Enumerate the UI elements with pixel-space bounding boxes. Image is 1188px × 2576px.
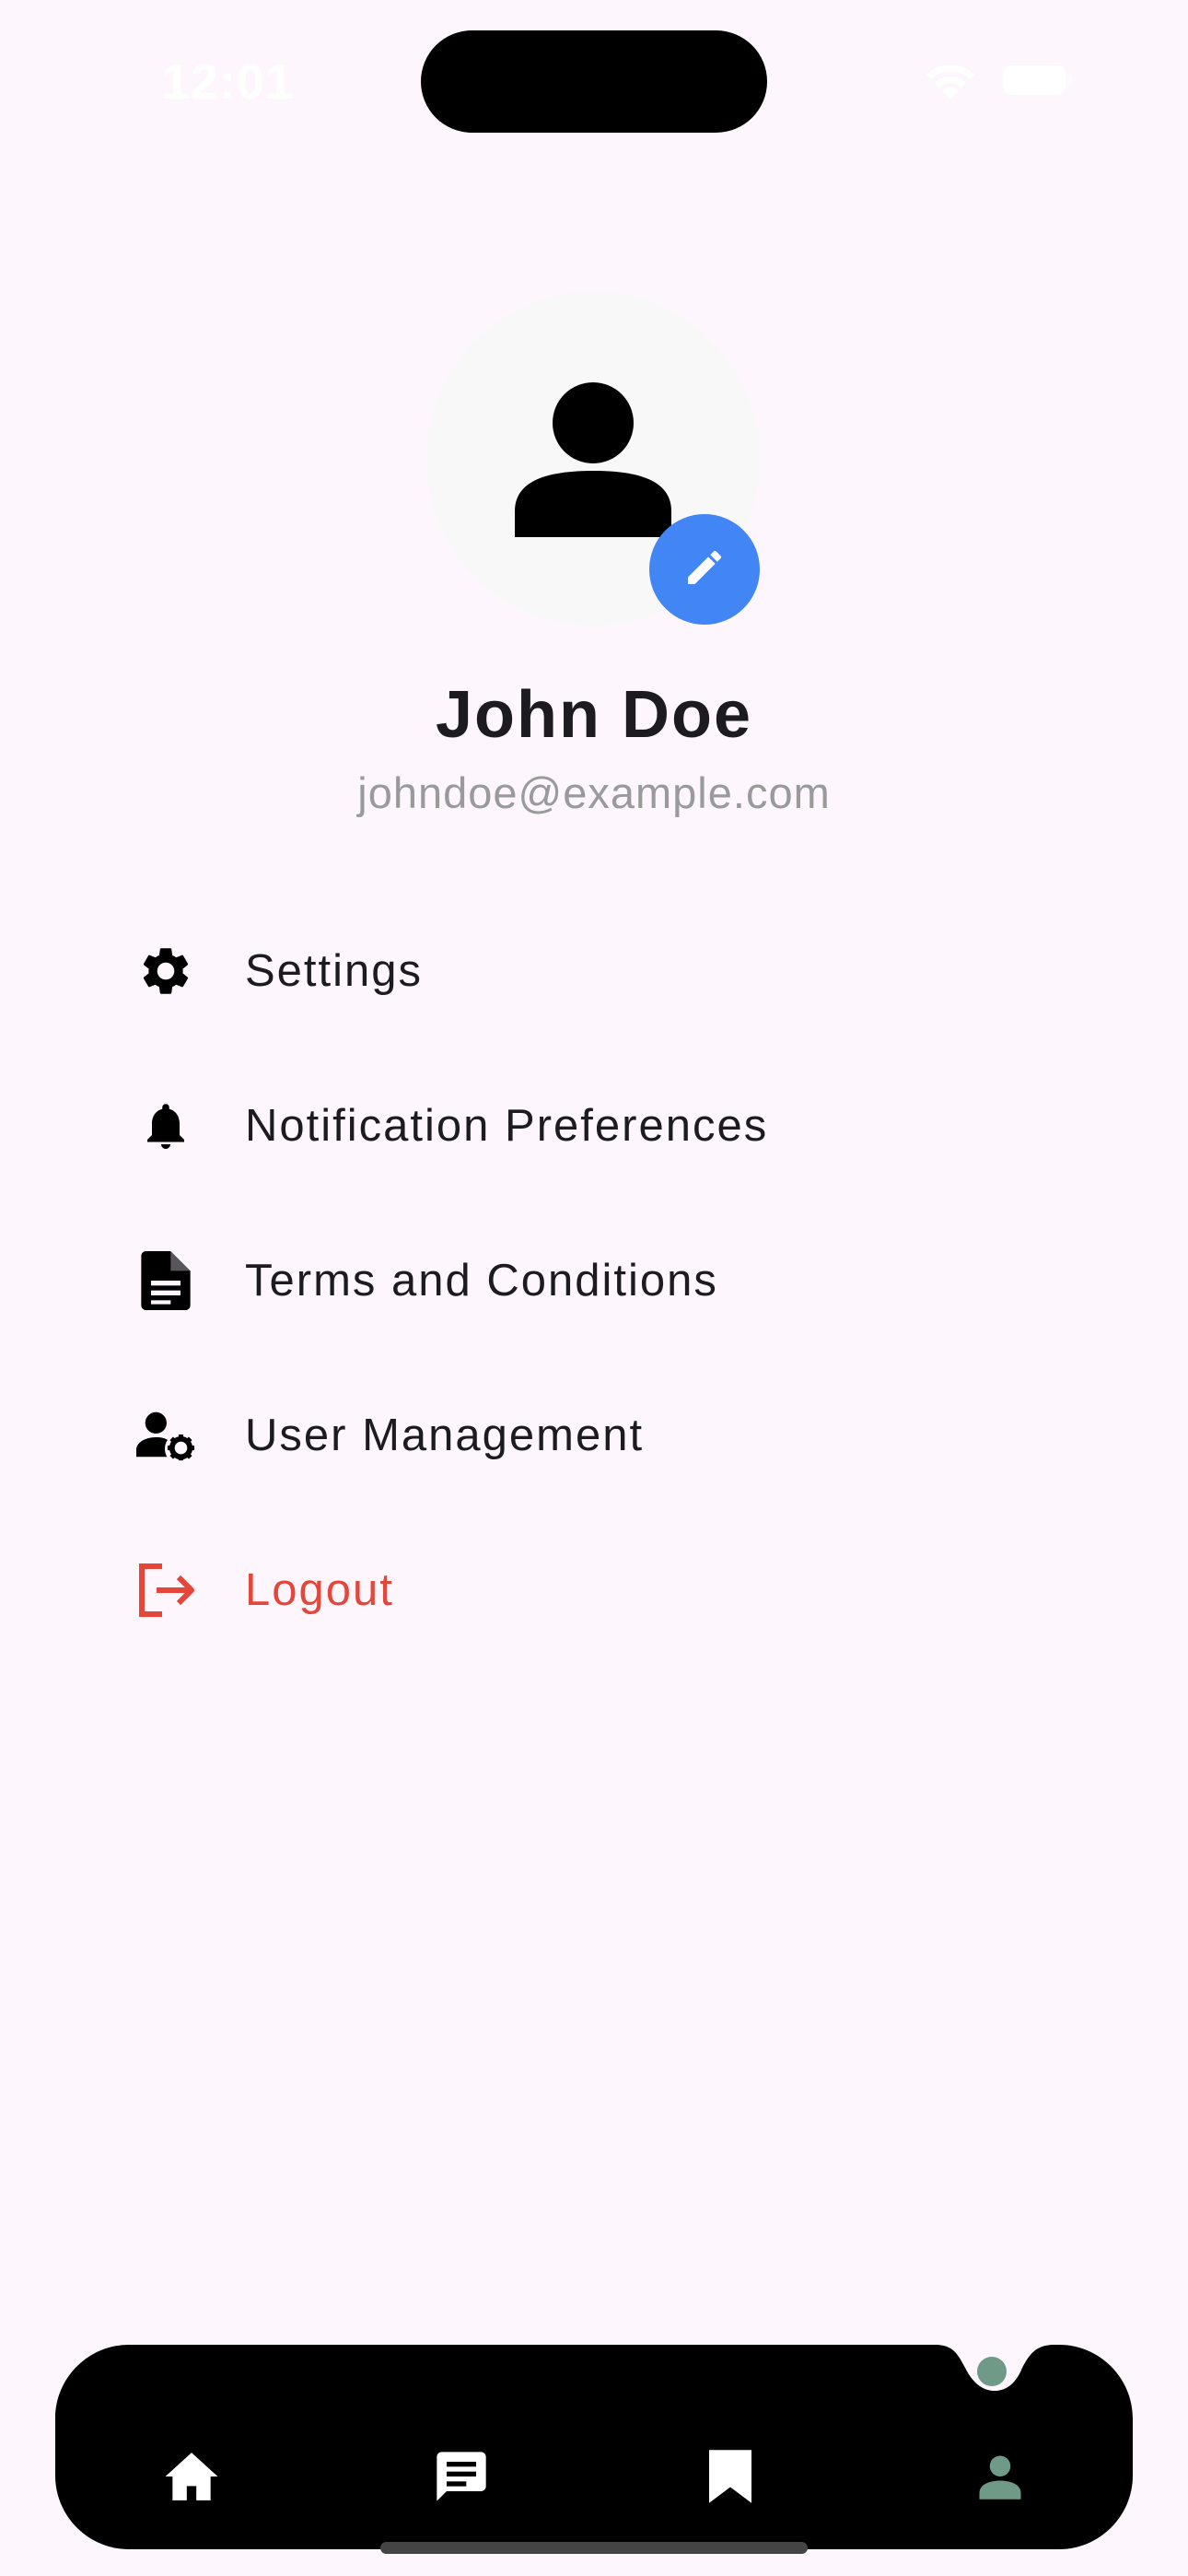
bell-icon — [136, 1096, 195, 1155]
status-time: 12:01 — [162, 54, 295, 110]
nav-chat-button[interactable] — [425, 2441, 498, 2515]
active-indicator-dot — [977, 2357, 1007, 2386]
profile-menu: Settings Notification Preferences Terms … — [0, 894, 1188, 1668]
document-icon — [136, 1251, 195, 1310]
wifi-icon — [922, 59, 979, 101]
profile-email: johndoe@example.com — [357, 768, 831, 817]
edit-avatar-button[interactable] — [649, 514, 760, 625]
status-icons — [922, 59, 1073, 101]
chat-icon — [431, 2447, 492, 2511]
profile-name: John Doe — [435, 678, 752, 752]
person-icon — [513, 382, 673, 542]
nav-profile-button[interactable] — [963, 2441, 1037, 2515]
menu-item-label: Logout — [245, 1565, 394, 1615]
menu-item-terms-and-conditions[interactable]: Terms and Conditions — [0, 1203, 1188, 1358]
nav-home-button[interactable] — [155, 2441, 228, 2515]
menu-item-logout[interactable]: Logout — [0, 1513, 1188, 1668]
menu-item-user-management[interactable]: User Management — [0, 1358, 1188, 1513]
menu-item-label: Notification Preferences — [245, 1101, 769, 1151]
menu-item-label: Settings — [245, 946, 424, 996]
battery-icon — [1003, 64, 1073, 97]
menu-item-settings[interactable]: Settings — [0, 894, 1188, 1048]
profile-screen: 12:01 John Doe johndoe@example.com Setti… — [0, 0, 1188, 2576]
home-indicator[interactable] — [380, 2542, 808, 2554]
home-icon — [163, 2450, 220, 2508]
pencil-icon — [682, 545, 727, 594]
menu-item-notification-preferences[interactable]: Notification Preferences — [0, 1048, 1188, 1203]
bookmark-icon — [709, 2449, 751, 2508]
gear-icon — [136, 942, 195, 1001]
menu-item-label: Terms and Conditions — [245, 1256, 718, 1306]
bottom-navigation-bar — [55, 2345, 1133, 2549]
person-icon — [975, 2452, 1025, 2506]
menu-item-label: User Management — [245, 1411, 645, 1460]
user-gear-icon — [136, 1406, 195, 1465]
dynamic-island — [421, 30, 767, 133]
logout-icon — [136, 1561, 195, 1620]
nav-bookmark-button[interactable] — [693, 2441, 767, 2515]
